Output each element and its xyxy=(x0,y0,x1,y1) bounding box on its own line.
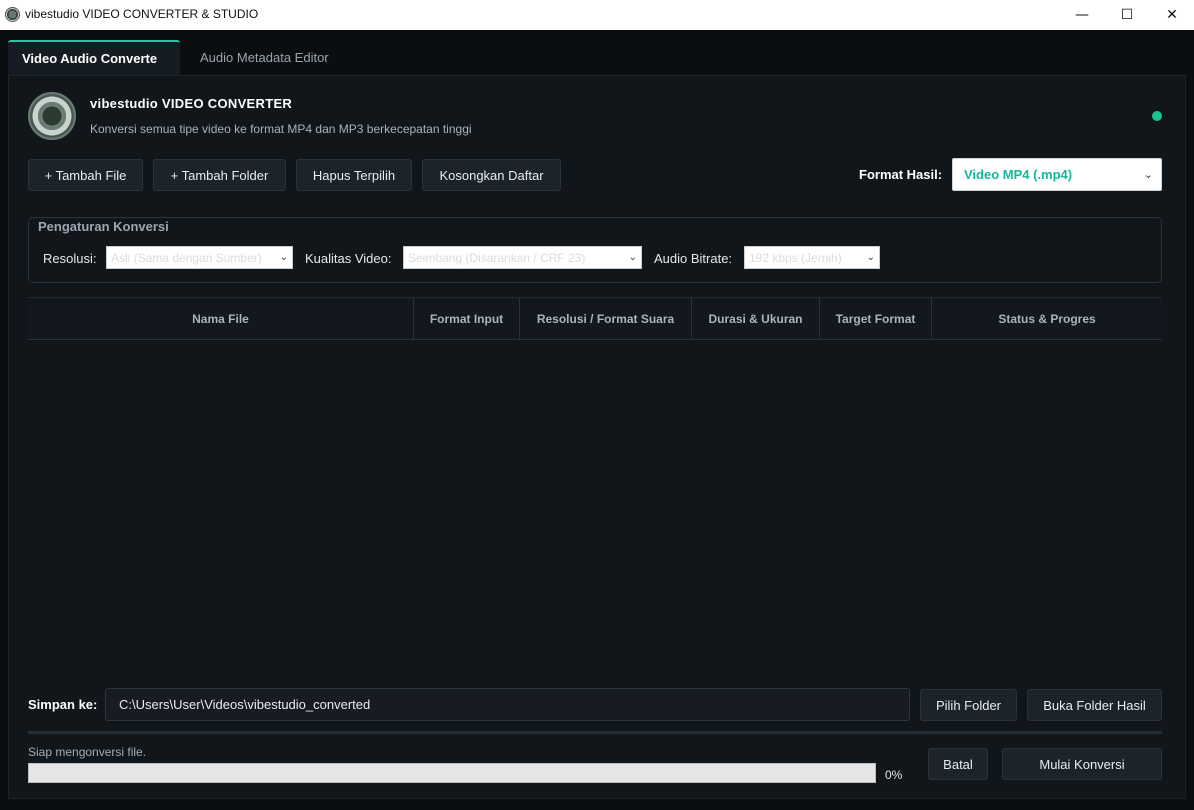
tab-video-audio-converter[interactable]: Video Audio Converte xyxy=(8,40,180,75)
column-header-file-name[interactable]: Nama File xyxy=(28,298,414,339)
open-output-folder-button[interactable]: Buka Folder Hasil xyxy=(1027,689,1162,721)
save-path-field[interactable]: C:\Users\User\Videos\vibestudio_converte… xyxy=(105,688,910,721)
status-indicator-icon xyxy=(1152,111,1162,121)
conversion-settings-title: Pengaturan Konversi xyxy=(38,219,169,234)
window-title: vibestudio VIDEO CONVERTER & STUDIO xyxy=(25,7,259,21)
page-subtitle: Konversi semua tipe video ke format MP4 … xyxy=(90,122,472,136)
resolution-value: Asli (Sama dengan Sumber) xyxy=(111,250,262,265)
choose-folder-button[interactable]: Pilih Folder xyxy=(920,689,1017,721)
video-quality-select[interactable]: Seimbang (Disarankan / CRF 23) ⌄ xyxy=(403,246,642,269)
output-format-value: Video MP4 (.mp4) xyxy=(964,167,1073,182)
progress-percentage: 0% xyxy=(885,768,903,782)
progress-bar xyxy=(28,763,876,783)
close-icon[interactable]: ✕ xyxy=(1149,0,1194,30)
video-quality-label: Kualitas Video: xyxy=(305,251,392,266)
title-bar: vibestudio VIDEO CONVERTER & STUDIO — ☐ … xyxy=(0,0,1194,30)
minimize-icon[interactable]: — xyxy=(1059,0,1105,30)
status-text: Siap mengonversi file. xyxy=(28,745,147,759)
tab-audio-metadata-editor[interactable]: Audio Metadata Editor xyxy=(200,40,329,75)
output-format-select[interactable]: Video MP4 (.mp4) ⌄ xyxy=(952,158,1162,191)
maximize-icon[interactable]: ☐ xyxy=(1104,0,1150,30)
app-icon xyxy=(5,7,20,22)
page-title: vibestudio VIDEO CONVERTER xyxy=(90,96,293,111)
format-label: Format Hasil: xyxy=(859,167,943,182)
column-header-resolution[interactable]: Resolusi / Format Suara xyxy=(520,298,692,339)
remove-selected-button[interactable]: Hapus Terpilih xyxy=(296,159,412,191)
clear-list-button[interactable]: Kosongkan Daftar xyxy=(422,159,561,191)
file-table-header: Nama File Format Input Resolusi / Format… xyxy=(28,297,1162,340)
add-folder-button[interactable]: + Tambah Folder xyxy=(153,159,286,191)
chevron-down-icon: ⌄ xyxy=(866,252,875,263)
column-header-duration-size[interactable]: Durasi & Ukuran xyxy=(692,298,820,339)
audio-bitrate-label: Audio Bitrate: xyxy=(654,251,733,266)
divider xyxy=(28,731,1162,734)
cancel-button[interactable]: Batal xyxy=(928,748,988,780)
resolution-label: Resolusi: xyxy=(43,251,97,266)
column-header-target-format[interactable]: Target Format xyxy=(820,298,932,339)
start-conversion-button[interactable]: Mulai Konversi xyxy=(1002,748,1162,780)
add-file-button[interactable]: + Tambah File xyxy=(28,159,143,191)
chevron-down-icon: ⌄ xyxy=(1143,169,1153,181)
chevron-down-icon: ⌄ xyxy=(628,252,637,263)
column-header-input-format[interactable]: Format Input xyxy=(414,298,520,339)
app-logo xyxy=(28,92,76,140)
audio-bitrate-select[interactable]: 192 kbps (Jernih) ⌄ xyxy=(744,246,880,269)
video-quality-value: Seimbang (Disarankan / CRF 23) xyxy=(408,250,586,265)
column-header-status[interactable]: Status & Progres xyxy=(932,298,1162,339)
resolution-select[interactable]: Asli (Sama dengan Sumber) ⌄ xyxy=(106,246,293,269)
save-location-label: Simpan ke: xyxy=(28,697,98,712)
chevron-down-icon: ⌄ xyxy=(279,252,288,263)
audio-bitrate-value: 192 kbps (Jernih) xyxy=(749,250,842,265)
file-table-body[interactable] xyxy=(28,340,1162,680)
